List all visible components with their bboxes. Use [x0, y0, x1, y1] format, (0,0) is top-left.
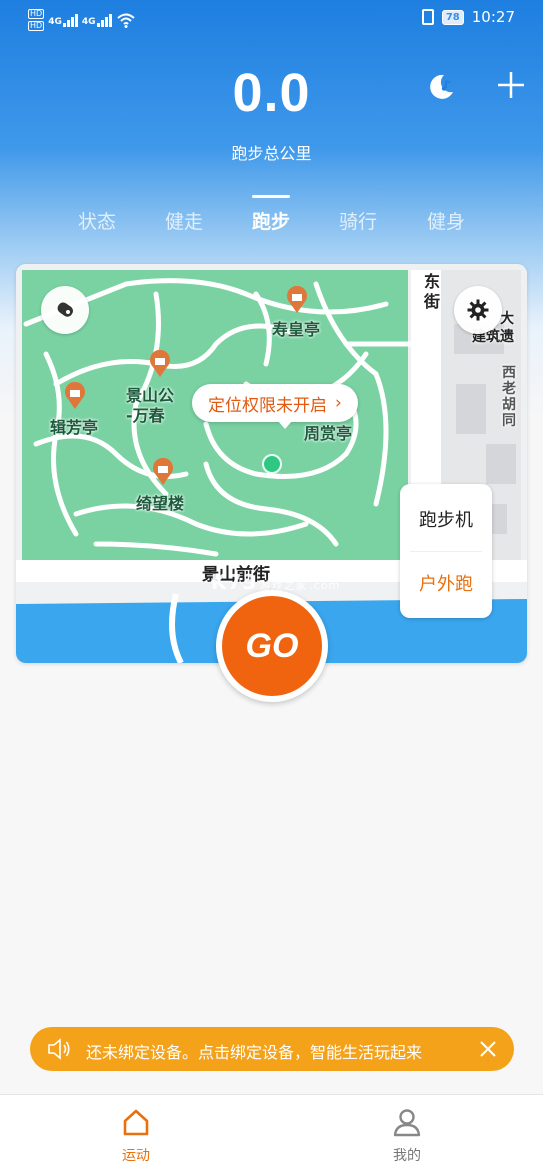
treadmill-option[interactable]: 跑步机 — [400, 506, 492, 532]
permission-text: 定位权限未开启 — [208, 395, 327, 416]
tab-fitness[interactable]: 健身 — [406, 207, 486, 234]
poi-pin-icon — [150, 350, 170, 377]
watermark-text: K73 — [211, 570, 258, 594]
wifi-icon — [116, 13, 135, 28]
poi-pin-icon — [153, 458, 173, 485]
poi-pin-icon — [287, 286, 307, 313]
map-settings-button[interactable] — [454, 286, 502, 334]
total-distance-value: 0.0 — [232, 63, 311, 123]
poi-label-shouhuang: 寿皇亭 — [272, 320, 321, 339]
total-distance-label: 跑步总公里 — [231, 144, 312, 163]
tab-walk[interactable]: 健走 — [144, 207, 224, 234]
current-location-dot — [262, 454, 282, 474]
poi-pin-icon — [65, 382, 85, 409]
nav-item-sport[interactable]: 运动 — [96, 1107, 176, 1165]
status-left: HD HD 4G 4G — [28, 9, 136, 31]
notice-text: 还未绑定设备。点击绑定设备，智能生活玩起来 — [86, 1043, 423, 1062]
bottom-nav: 运动 我的 — [0, 1094, 543, 1176]
nav-label-sport: 运动 — [122, 1148, 150, 1164]
person-icon — [393, 1109, 421, 1137]
moon-music-icon[interactable] — [424, 70, 458, 104]
go-button[interactable]: GO — [216, 590, 328, 702]
gear-icon — [467, 299, 489, 321]
clock: 10:27 — [471, 8, 515, 26]
bind-device-notice[interactable]: 还未绑定设备。点击绑定设备，智能生活玩起来 — [30, 1027, 514, 1071]
poi-label-zhoushang: 周赏亭 — [304, 424, 353, 443]
signal-icon: 4G — [48, 13, 78, 27]
tab-status[interactable]: 状态 — [57, 207, 137, 234]
plus-icon[interactable] — [494, 68, 528, 102]
hd-chip-1: HD — [28, 9, 45, 19]
hd-chip-2: HD — [28, 21, 45, 31]
tab-run[interactable]: 跑步 — [231, 207, 311, 234]
active-tab-indicator — [252, 195, 290, 198]
nav-label-me: 我的 — [393, 1148, 421, 1164]
chevron-right-icon: › — [335, 393, 342, 413]
sport-tabs: 状态 健走 跑步 骑行 健身 — [0, 195, 543, 245]
watermark-domain: .com — [309, 579, 341, 592]
hd-chips: HD HD — [28, 9, 45, 31]
home-icon — [123, 1109, 149, 1136]
network-type-1: 4G — [48, 17, 62, 27]
signal-icon-2: 4G — [82, 13, 112, 27]
tab-cycling[interactable]: 骑行 — [318, 207, 398, 234]
poi-label-jifang: 辑芳亭 — [50, 418, 99, 437]
location-permission-prompt[interactable]: 定位权限未开启 › — [192, 384, 358, 429]
map-layer-button[interactable] — [41, 286, 89, 334]
shoe-icon — [57, 302, 74, 317]
speaker-icon — [48, 1038, 70, 1060]
mode-divider — [410, 551, 482, 552]
poi-label-yiwang: 绮望楼 — [136, 494, 185, 513]
run-mode-panel: 跑步机 户外跑 — [400, 484, 492, 618]
network-type-2: 4G — [81, 17, 96, 27]
outdoor-run-option[interactable]: 户外跑 — [400, 570, 492, 596]
poi-label-jingshan-2: -万春 — [126, 406, 165, 425]
street-label-east-2: 街 — [424, 292, 441, 311]
street-label-right-1: 大 — [500, 311, 514, 327]
status-right: 78 10:27 — [421, 8, 515, 26]
street-label-west-old-4: 同 — [502, 413, 516, 429]
battery-icon: 78 — [441, 9, 464, 25]
close-icon[interactable] — [476, 1037, 500, 1061]
status-bar: HD HD 4G 4G 78 10:27 — [0, 0, 543, 36]
nav-item-me[interactable]: 我的 — [367, 1107, 447, 1165]
vibrate-icon — [421, 9, 434, 25]
